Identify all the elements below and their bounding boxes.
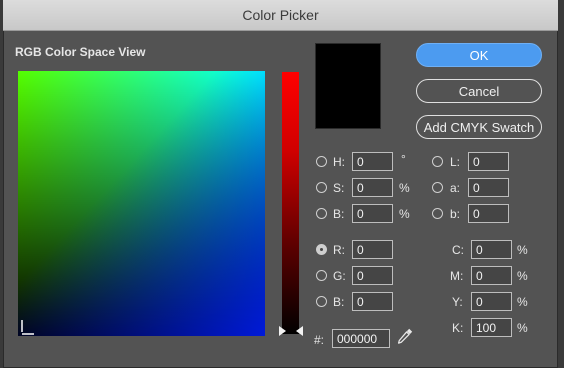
hex-label: #:	[314, 333, 325, 347]
radio-a[interactable]	[432, 182, 443, 193]
g-label: G:	[333, 269, 346, 283]
a-field[interactable]: 0	[468, 178, 509, 197]
radio-r[interactable]	[316, 244, 327, 255]
c-unit: %	[517, 243, 528, 257]
y-field[interactable]: 0	[471, 292, 512, 311]
b-lab-field[interactable]: 0	[468, 204, 509, 223]
k-label: K:	[452, 321, 464, 335]
r-label: R:	[333, 243, 345, 257]
hue-slider[interactable]	[282, 72, 299, 334]
c-label: C:	[452, 243, 464, 257]
ok-button[interactable]: OK	[416, 43, 542, 67]
eyedropper-icon[interactable]	[396, 327, 414, 345]
s-unit: %	[399, 181, 410, 195]
radio-h[interactable]	[316, 156, 327, 167]
y-label: Y:	[452, 295, 463, 309]
c-field[interactable]: 0	[471, 240, 512, 259]
g-field[interactable]: 0	[352, 266, 393, 285]
current-color-preview	[315, 43, 381, 129]
s-field[interactable]: 0	[352, 178, 393, 197]
radio-s[interactable]	[316, 182, 327, 193]
radio-b-rgb[interactable]	[316, 296, 327, 307]
add-cmyk-swatch-button[interactable]: Add CMYK Swatch	[416, 115, 542, 139]
b-hsb-field[interactable]: 0	[352, 204, 393, 223]
radio-b-lab[interactable]	[432, 208, 443, 219]
b-rgb-label: B:	[333, 295, 345, 309]
b-hsb-unit: %	[399, 207, 410, 221]
k-field[interactable]: 100	[471, 318, 512, 337]
r-field[interactable]: 0	[352, 240, 393, 259]
m-unit: %	[517, 269, 528, 283]
color-field-overlay	[18, 71, 265, 336]
hue-slider-handle[interactable]	[279, 325, 303, 337]
s-label: S:	[333, 181, 345, 195]
y-unit: %	[517, 295, 528, 309]
radio-l[interactable]	[432, 156, 443, 167]
h-field[interactable]: 0	[352, 152, 393, 171]
radio-g[interactable]	[316, 270, 327, 281]
b-hsb-label: B:	[333, 207, 345, 221]
color-field-marker[interactable]	[18, 320, 34, 336]
m-label: M:	[450, 269, 464, 283]
b-lab-label: b:	[450, 207, 461, 221]
h-unit: °	[401, 152, 406, 166]
b-rgb-field[interactable]: 0	[352, 292, 393, 311]
l-label: L:	[450, 155, 461, 169]
l-field[interactable]: 0	[468, 152, 509, 171]
color-space-label: RGB Color Space View	[15, 45, 146, 59]
radio-b-hsb[interactable]	[316, 208, 327, 219]
a-label: a:	[450, 181, 461, 195]
m-field[interactable]: 0	[471, 266, 512, 285]
h-label: H:	[333, 155, 345, 169]
k-unit: %	[517, 321, 528, 335]
window-title: Color Picker	[242, 7, 319, 23]
cancel-button[interactable]: Cancel	[416, 79, 542, 103]
title-bar[interactable]: Color Picker	[3, 0, 558, 31]
hex-field[interactable]: 000000	[332, 329, 390, 348]
